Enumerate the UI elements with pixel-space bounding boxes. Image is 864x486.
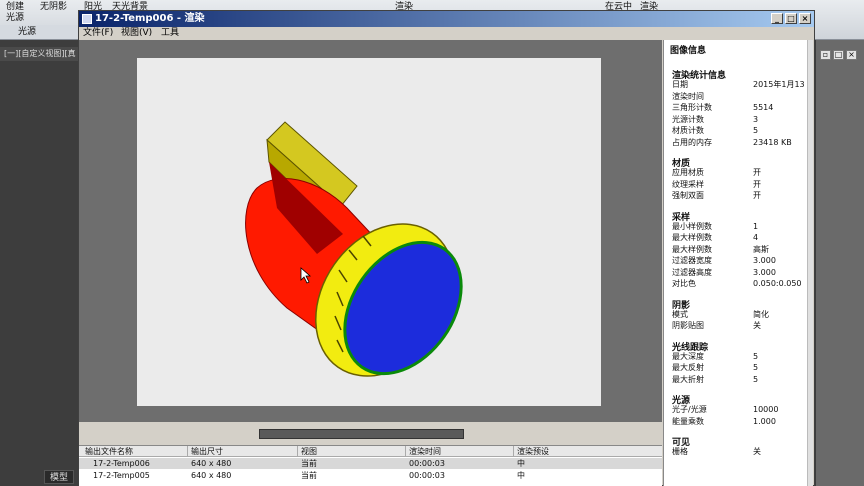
info-row-value: 开 [753,191,761,200]
table-row[interactable]: 17-2-Temp006 640 x 480 当前 00:00:03 中 [79,458,662,469]
maximize-icon[interactable]: □ [833,50,844,60]
col-preset[interactable]: 渲染预设 [517,446,549,457]
info-row-value: 3.000 [753,267,776,277]
info-row-label: 过滤器高度 [672,267,712,277]
info-row-value: 23418 KB [753,137,792,147]
col-filename[interactable]: 输出文件名称 [85,446,133,457]
no-shadow-button[interactable]: 无阴影 [40,2,67,13]
info-row-value: 5514 [753,103,774,112]
info-row-value: 2015年1月13 [753,80,805,89]
info-row-value: 5 [753,363,759,372]
info-row-label: 阴影贴图 [672,321,704,330]
info-row-value: 开 [753,168,761,177]
row-filename: 17-2-Temp005 [93,471,150,480]
window-title: 17-2-Temp006 - 渲染 [95,13,205,24]
model-tab[interactable]: 模型 [44,470,74,484]
row-filename: 17-2-Temp006 [93,459,150,468]
info-row-value: 1.000 [753,416,776,426]
info-row-label: 渲染时间 [672,91,704,101]
image-info-panel: 图像信息 渲染统计信息 日期 2015年1月13 渲染时间 三角形计数 5514 光源计数 3… [663,40,813,486]
render-window-icon [82,14,92,24]
info-title: 图像信息 [670,46,707,56]
render-history-table: 输出文件名称 输出尺寸 视图 渲染时间 渲染预设 17-2-Temp006 64… [79,445,662,486]
info-row-value: 高斯 [753,244,769,254]
close-icon[interactable]: × [846,50,857,60]
info-row-label: 三角形计数 [672,103,712,112]
history-header: 输出文件名称 输出尺寸 视图 渲染时间 渲染预设 [79,446,662,457]
menu-tools[interactable]: 工具 [161,28,179,39]
info-row-label: 能量乘数 [672,416,704,426]
info-row-label: 最大反射 [672,363,704,372]
row-size: 640 x 480 [191,459,232,468]
render-progress-bar [259,429,464,439]
row-view: 当前 [301,471,317,480]
viewport-right: ▫ □ × [816,40,864,486]
info-row-value: 5 [753,126,759,135]
info-row-label: 光子/光源 [672,405,707,414]
info-row-label: 最小样例数 [672,221,712,231]
info-row-label: 材质计数 [672,126,704,135]
menu-file[interactable]: 文件(F) [83,28,113,39]
info-row-label: 最大折射 [672,374,704,384]
menu-view[interactable]: 视图(V) [121,28,152,39]
rendered-image [137,58,601,406]
render-area [79,40,662,422]
info-row-label: 过滤器宽度 [672,256,712,265]
info-row-value: 1 [753,221,759,231]
info-row-value: 3.000 [753,256,776,265]
light-panel-label[interactable]: 光源 [0,25,82,39]
create-light-button[interactable]: 创建 光源 [6,2,36,24]
info-row-label: 占用的内存 [672,137,712,147]
info-row-value: 10000 [753,405,779,414]
restore-icon[interactable]: ▫ [820,50,831,60]
viewport-controls[interactable]: [一][自定义视图][真 [0,47,78,61]
row-preset: 中 [517,471,525,480]
menu-bar: 文件(F) 视图(V) 工具 [79,27,814,40]
info-row-label: 最大样例数 [672,233,712,242]
info-row-label: 光源计数 [672,114,704,124]
viewport-left [0,40,78,486]
row-time: 00:00:03 [409,459,445,468]
render-window: 17-2-Temp006 - 渲染 _ □ × 文件(F) 视图(V) 工具 图… [78,10,815,486]
info-row-label: 应用材质 [672,168,704,177]
info-row-label: 日期 [672,80,688,89]
row-size: 640 x 480 [191,471,232,480]
minimize-button[interactable]: _ [771,13,783,24]
info-row-value: 简化 [753,309,769,319]
info-row-value: 0.050:0.050 [753,279,802,288]
table-row[interactable]: 17-2-Temp005 640 x 480 当前 00:00:03 中 [79,470,662,481]
info-row-value: 开 [753,179,761,189]
close-button[interactable]: × [799,13,811,24]
info-row-label: 模式 [672,309,688,319]
info-row-label: 对比色 [672,279,696,288]
info-row-value: 5 [753,374,759,384]
info-row-label: 栅格 [672,447,688,456]
info-row-value: 关 [753,447,761,456]
info-row-label: 纹理采样 [672,179,704,189]
col-render-time[interactable]: 渲染时间 [409,446,441,457]
row-preset: 中 [517,459,525,468]
info-row-label: 最大样例数 [672,244,712,254]
row-time: 00:00:03 [409,471,445,480]
window-titlebar[interactable]: 17-2-Temp006 - 渲染 [79,11,814,27]
info-row-label: 最大深度 [672,351,704,361]
flashlight-render [245,121,463,377]
col-size[interactable]: 输出尺寸 [191,446,223,457]
info-row-value: 关 [753,321,761,330]
info-row-value: 5 [753,351,759,361]
info-row-label: 强制双面 [672,191,704,200]
info-row-value: 4 [753,233,759,242]
col-view[interactable]: 视图 [301,446,317,457]
maximize-button[interactable]: □ [785,13,797,24]
info-scrollbar[interactable] [807,40,813,486]
row-view: 当前 [301,459,317,468]
info-row-value: 3 [753,114,759,124]
